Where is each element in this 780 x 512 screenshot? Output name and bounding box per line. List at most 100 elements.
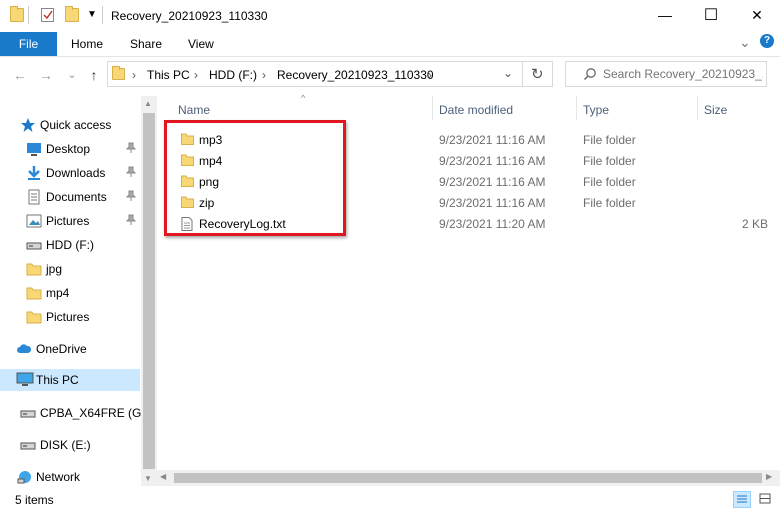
column-divider[interactable] xyxy=(432,96,433,120)
nav-item-documents[interactable]: Documents xyxy=(0,186,140,208)
nav-item-pictures[interactable]: Pictures xyxy=(0,210,140,232)
file-size: 2 KB xyxy=(741,217,768,231)
column-divider[interactable] xyxy=(697,96,698,120)
documents-icon xyxy=(26,189,42,208)
nav-item-desktop[interactable]: Desktop xyxy=(0,138,140,160)
window-title: Recovery_20210923_110330 xyxy=(111,9,268,23)
nav-item-label: jpg xyxy=(46,262,63,276)
pin-icon xyxy=(125,142,137,157)
sort-indicator-icon: ^ xyxy=(301,93,306,103)
minimize-icon: — xyxy=(658,7,672,23)
large-icons-view-button[interactable] xyxy=(757,491,775,508)
nav-item-label: Documents xyxy=(46,190,107,204)
file-type: File folder xyxy=(583,154,636,168)
breadcrumb-hdd[interactable]: HDD (F:) xyxy=(209,68,257,82)
recent-locations-icon[interactable]: ⌄ xyxy=(62,66,82,84)
pin-icon xyxy=(125,190,137,205)
scroll-right-icon[interactable]: ▶ xyxy=(766,472,772,481)
nav-item-label: CPBA_X64FRE (G:) xyxy=(40,406,149,420)
nav-item-label: Pictures xyxy=(46,214,90,228)
drive-icon xyxy=(26,237,42,256)
nav-item-onedrive[interactable]: OneDrive xyxy=(0,338,140,360)
nav-item-label: Pictures xyxy=(46,310,90,324)
nav-item-label: HDD (F:) xyxy=(46,238,94,252)
tab-file[interactable]: File xyxy=(0,32,57,56)
nav-item-jpg[interactable]: jpg xyxy=(0,258,140,280)
new-folder-icon[interactable] xyxy=(65,6,79,22)
nav-item-this-pc[interactable]: This PC xyxy=(0,369,140,391)
nav-item-label: Downloads xyxy=(46,166,106,180)
divider xyxy=(28,6,29,24)
back-button[interactable]: ← xyxy=(10,66,30,84)
star-icon xyxy=(20,117,36,136)
column-header-type[interactable]: Type xyxy=(583,103,609,117)
cloud-icon xyxy=(16,341,32,360)
folder-icon xyxy=(26,261,42,280)
search-icon xyxy=(583,67,597,84)
nav-item-network[interactable]: Network xyxy=(0,466,140,488)
file-type: File folder xyxy=(583,133,636,147)
vertical-scroll-thumb[interactable] xyxy=(143,113,155,469)
scroll-down-icon[interactable]: ▼ xyxy=(144,474,152,483)
tab-share[interactable]: Share xyxy=(130,37,162,51)
breadcrumb-separator[interactable]: › xyxy=(194,68,198,82)
file-date: 9/23/2021 11:16 AM xyxy=(439,196,546,210)
large-icons-view-icon xyxy=(759,493,771,504)
nav-item-label: Network xyxy=(36,470,81,484)
file-date: 9/23/2021 11:20 AM xyxy=(439,217,546,231)
nav-item-label: mp4 xyxy=(46,286,70,300)
help-icon[interactable]: ? xyxy=(760,34,774,48)
column-divider[interactable] xyxy=(576,96,577,120)
refresh-icon[interactable]: ↻ xyxy=(531,65,544,83)
nav-item-quick-access[interactable]: Quick access xyxy=(0,114,140,136)
breadcrumb-separator[interactable]: › xyxy=(428,68,432,82)
expand-ribbon-icon[interactable]: ⌄ xyxy=(739,34,751,51)
file-date: 9/23/2021 11:16 AM xyxy=(439,133,546,147)
close-icon: ✕ xyxy=(751,6,763,23)
search-input[interactable] xyxy=(603,64,763,84)
address-dropdown-icon[interactable]: ⌄ xyxy=(503,66,513,80)
nav-item-hdd-f[interactable]: HDD (F:) xyxy=(0,234,140,256)
breadcrumb-recovery[interactable]: Recovery_20210923_110330 xyxy=(277,68,434,82)
pictures-icon xyxy=(26,213,42,232)
folder-icon xyxy=(112,66,125,80)
network-icon xyxy=(16,469,34,488)
close-button[interactable]: ✕ xyxy=(734,0,780,30)
column-header-name[interactable]: Name xyxy=(178,103,210,117)
forward-button[interactable]: → xyxy=(36,66,56,84)
nav-item-cpba-x64fre-g[interactable]: CPBA_X64FRE (G:) xyxy=(0,402,149,424)
nav-item-label: OneDrive xyxy=(36,342,87,356)
pin-icon xyxy=(125,214,137,229)
column-header-size[interactable]: Size xyxy=(704,103,727,117)
horizontal-scroll-thumb[interactable] xyxy=(174,473,762,483)
breadcrumb-this-pc[interactable]: This PC xyxy=(147,68,190,82)
customize-quick-access-icon[interactable]: ▼ xyxy=(87,9,97,20)
breadcrumb-separator[interactable]: › xyxy=(132,68,136,82)
scroll-left-icon[interactable]: ◀ xyxy=(160,472,166,481)
up-button[interactable]: ↑ xyxy=(84,66,104,84)
folder-icon xyxy=(10,6,24,22)
highlight-box xyxy=(164,120,346,236)
nav-item-disk-e[interactable]: DISK (E:) xyxy=(0,434,140,456)
folder-icon xyxy=(26,285,42,304)
minimize-button[interactable]: — xyxy=(642,0,688,30)
column-header-date[interactable]: Date modified xyxy=(439,103,513,117)
maximize-button[interactable]: ☐ xyxy=(688,0,734,30)
divider xyxy=(102,6,103,24)
nav-item-label: This PC xyxy=(36,373,79,387)
tab-view[interactable]: View xyxy=(188,37,214,51)
nav-item-label: Desktop xyxy=(46,142,91,156)
nav-item-mp4[interactable]: mp4 xyxy=(0,282,140,304)
nav-item-downloads[interactable]: Downloads xyxy=(0,162,140,184)
scroll-up-icon[interactable]: ▲ xyxy=(144,99,152,108)
file-type: File folder xyxy=(583,175,636,189)
download-icon xyxy=(26,165,42,184)
tab-home[interactable]: Home xyxy=(71,37,103,51)
nav-item-label: DISK (E:) xyxy=(40,438,91,452)
breadcrumb-separator[interactable]: › xyxy=(262,68,266,82)
nav-item-pictures[interactable]: Pictures xyxy=(0,306,140,328)
details-view-button[interactable] xyxy=(733,491,751,508)
file-date: 9/23/2021 11:16 AM xyxy=(439,175,546,189)
properties-icon[interactable] xyxy=(41,8,54,22)
file-date: 9/23/2021 11:16 AM xyxy=(439,154,546,168)
